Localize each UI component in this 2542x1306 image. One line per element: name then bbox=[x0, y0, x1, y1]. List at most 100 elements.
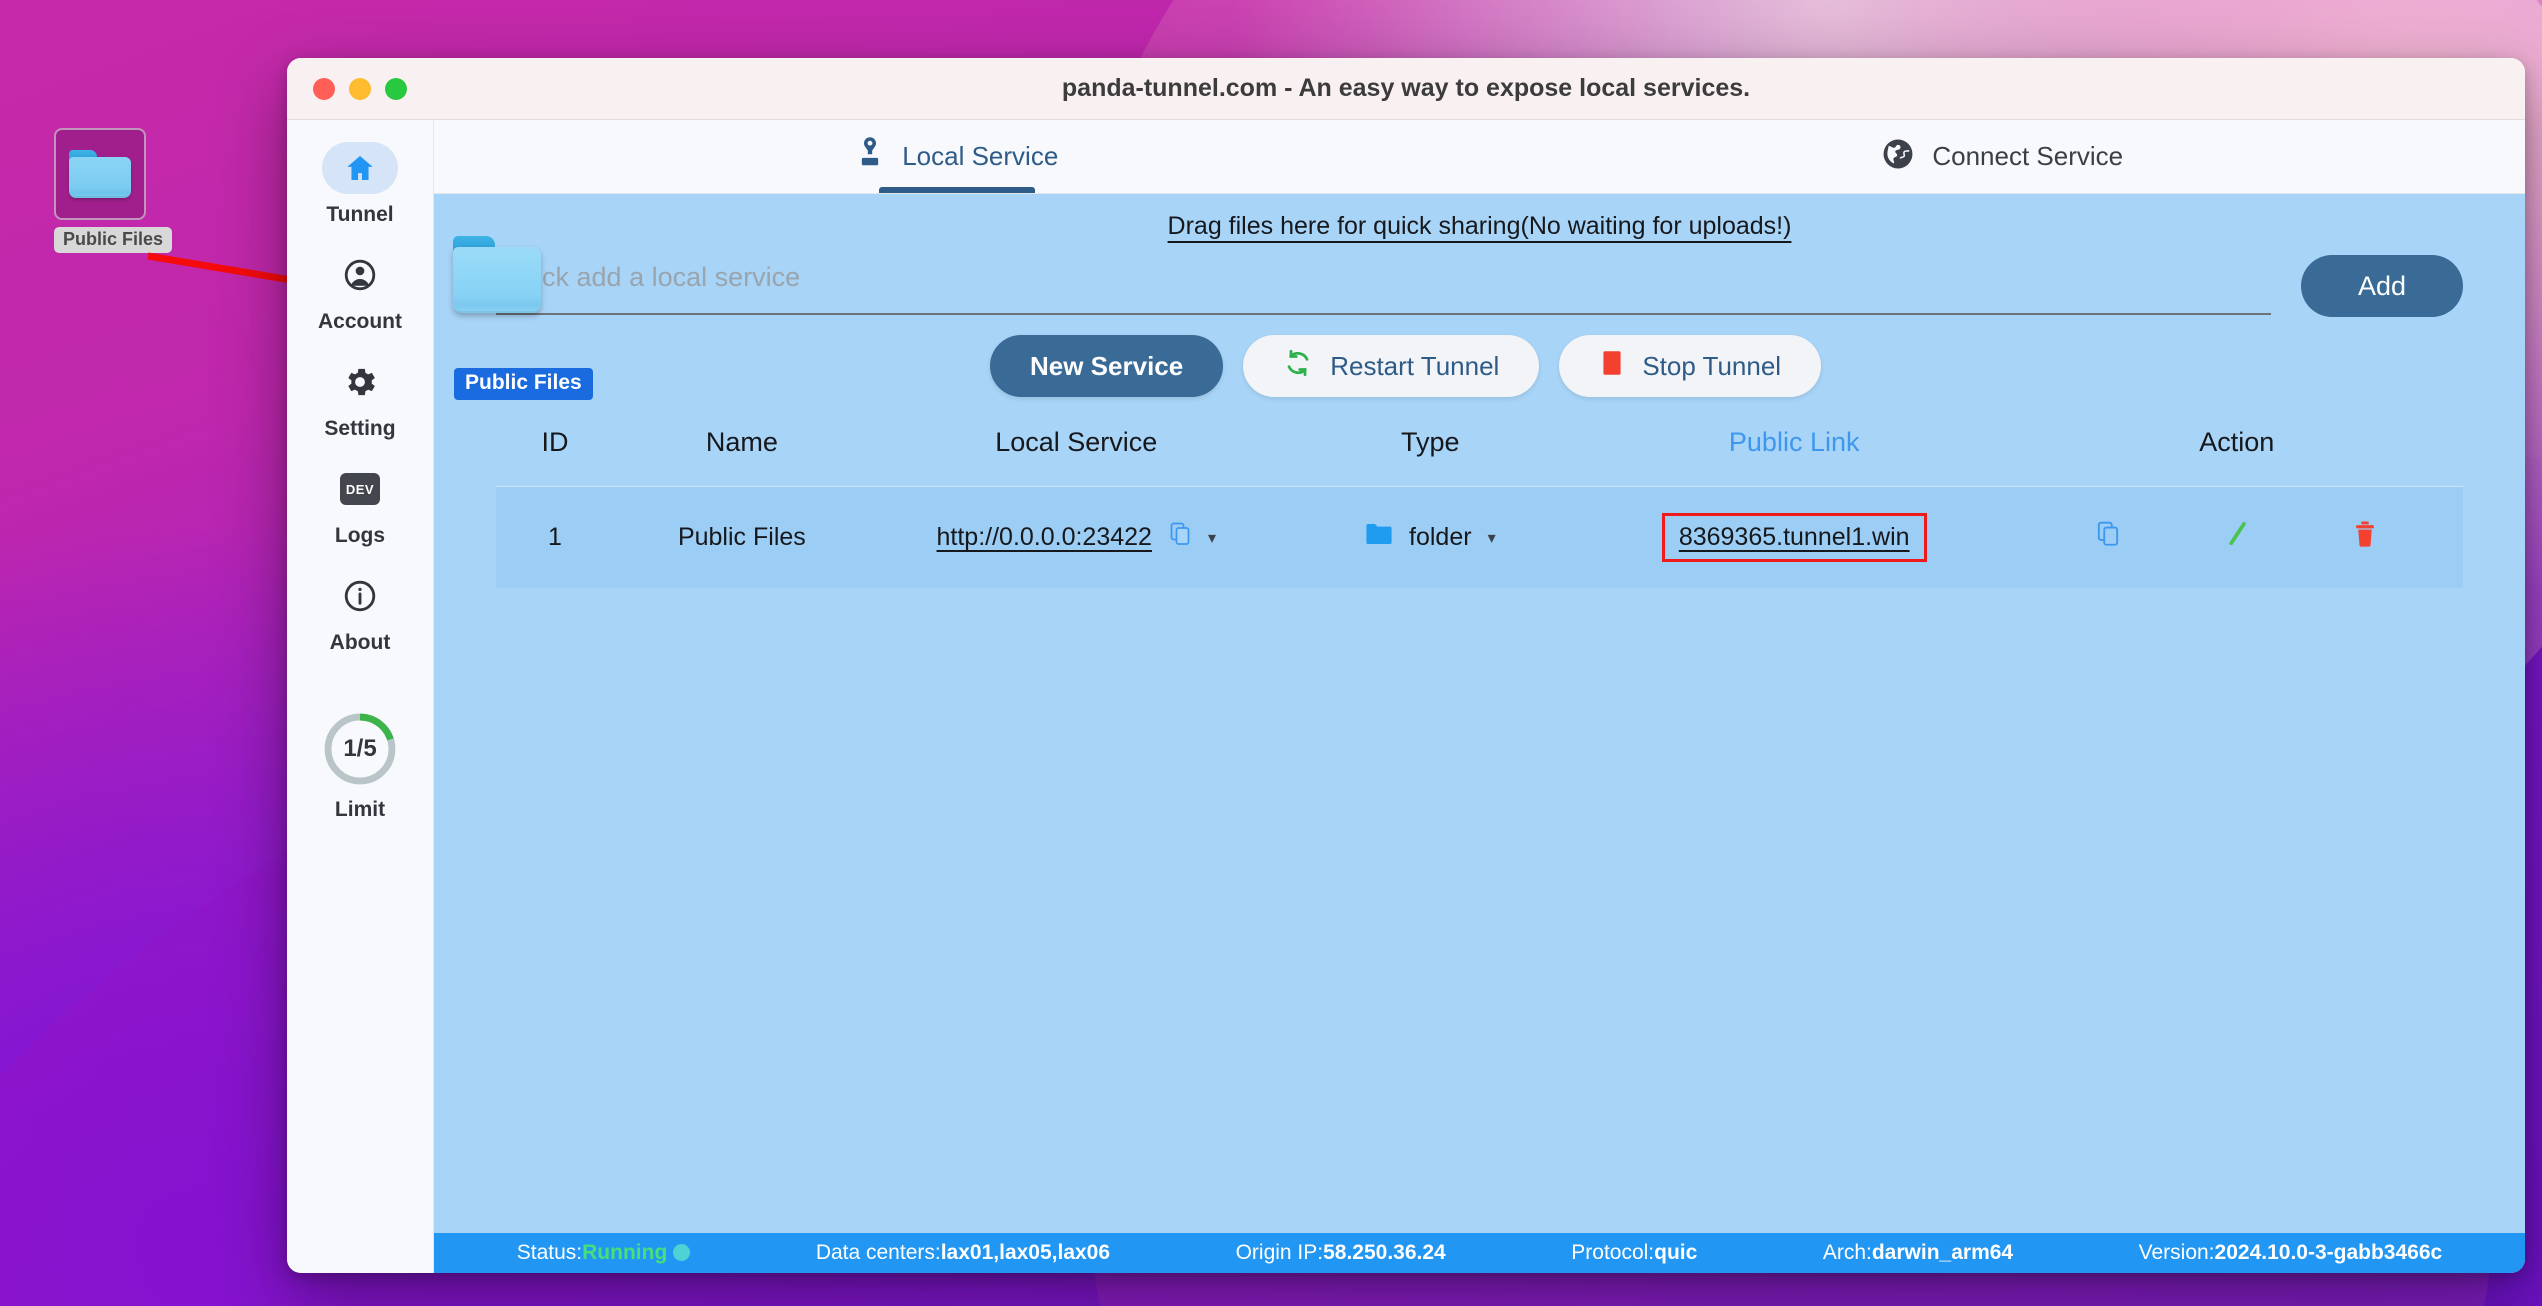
status-item-data-centers: Data centers:lax01,lax05,lax06 bbox=[816, 1241, 1110, 1265]
stop-icon bbox=[1599, 348, 1625, 385]
col-name: Name bbox=[705, 427, 778, 457]
sidebar-item-setting[interactable]: Setting bbox=[287, 356, 433, 441]
col-public-link[interactable]: Public Link bbox=[1578, 427, 2011, 487]
stop-tunnel-label: Stop Tunnel bbox=[1642, 350, 1782, 381]
quick-add-field[interactable] bbox=[496, 258, 2271, 315]
sidebar: Tunnel Account Setting DEV Logs About 1/… bbox=[287, 120, 434, 1273]
cell-action bbox=[2010, 486, 2463, 588]
tab-connect-service[interactable]: Connect Service bbox=[1480, 120, 2526, 193]
tab-local-service[interactable]: Local Service bbox=[434, 120, 1480, 193]
protocol-value: quic bbox=[1654, 1241, 1698, 1264]
public-link[interactable]: 8369365.tunnel1.win bbox=[1679, 523, 1910, 551]
window-title: panda-tunnel.com - An easy way to expose… bbox=[1061, 74, 1751, 102]
sidebar-item-about[interactable]: About bbox=[287, 570, 433, 655]
table-header-row: ID Name Local Service Type Public Link A… bbox=[496, 427, 2463, 487]
restart-tunnel-button[interactable]: Restart Tunnel bbox=[1243, 335, 1540, 397]
status-running-dot-icon bbox=[673, 1244, 691, 1261]
status-item-arch: Arch:darwin_arm64 bbox=[1823, 1241, 2013, 1265]
main-panel: Local Service Connect Service Drag files… bbox=[434, 120, 2525, 1273]
tab-label: Local Service bbox=[902, 141, 1059, 171]
quick-add-input[interactable] bbox=[500, 261, 2267, 293]
limit-widget: 1/5 Limit bbox=[322, 711, 398, 822]
pin-stamp-icon bbox=[855, 136, 885, 177]
origin-ip-value: 58.250.36.24 bbox=[1323, 1241, 1446, 1264]
cell-name: Public Files bbox=[614, 486, 870, 588]
new-service-button[interactable]: New Service bbox=[990, 335, 1224, 397]
data-centers-key: Data centers: bbox=[815, 1241, 941, 1264]
account-icon bbox=[322, 249, 398, 301]
cell-local-service: http://0.0.0.0:23422 ▾ bbox=[869, 486, 1283, 588]
minimize-button[interactable] bbox=[349, 77, 371, 100]
copy-local-service-icon[interactable] bbox=[1168, 521, 1192, 554]
version-value: 2024.10.0-3-gabb3466c bbox=[2214, 1241, 2443, 1264]
sidebar-item-label: Tunnel bbox=[326, 203, 394, 226]
zoom-button[interactable] bbox=[385, 77, 407, 100]
cell-public-link: 8369365.tunnel1.win bbox=[1577, 486, 2011, 588]
limit-ring: 1/5 bbox=[322, 711, 398, 787]
data-centers-value: lax01,lax05,lax06 bbox=[940, 1241, 1111, 1264]
col-id: ID bbox=[541, 427, 569, 457]
cell-id: 1 bbox=[496, 486, 615, 588]
desktop: Public Files panda-tunnel.com - An easy … bbox=[0, 0, 2542, 1306]
content-dropzone[interactable]: Drag files here for quick sharing(No wai… bbox=[434, 194, 2525, 1233]
edit-pencil-icon[interactable] bbox=[2223, 519, 2251, 556]
gear-icon bbox=[322, 356, 398, 408]
arch-value: darwin_arm64 bbox=[1871, 1241, 2014, 1264]
sidebar-item-label: Logs bbox=[334, 524, 386, 547]
origin-ip-key: Origin IP: bbox=[1235, 1241, 1324, 1264]
window-titlebar: panda-tunnel.com - An easy way to expose… bbox=[287, 58, 2525, 120]
action-buttons: New Service Restart Tunnel Stop Tunnel bbox=[434, 317, 2525, 397]
desktop-icon-label: Public Files bbox=[54, 227, 173, 253]
tab-bar: Local Service Connect Service bbox=[434, 120, 2525, 194]
refresh-icon bbox=[1283, 348, 1313, 385]
add-button[interactable]: Add bbox=[2301, 255, 2463, 317]
status-key: Status: bbox=[516, 1241, 583, 1264]
traffic-lights[interactable] bbox=[287, 77, 407, 100]
sidebar-item-label: About bbox=[329, 631, 391, 654]
close-button[interactable] bbox=[313, 77, 335, 100]
home-icon bbox=[322, 142, 398, 194]
restart-tunnel-label: Restart Tunnel bbox=[1330, 350, 1500, 381]
info-icon bbox=[322, 570, 398, 622]
delete-trash-icon[interactable] bbox=[2352, 519, 2378, 556]
copy-public-link-icon[interactable] bbox=[2095, 520, 2121, 555]
sidebar-item-label: Account bbox=[318, 310, 402, 333]
tab-label: Connect Service bbox=[1932, 141, 2124, 171]
drag-ghost-label: Public Files bbox=[454, 368, 593, 400]
dev-chip-icon: DEV bbox=[322, 463, 398, 515]
status-item-version: Version:2024.10.0-3-gabb3466c bbox=[2139, 1241, 2443, 1265]
drag-hint-text: Drag files here for quick sharing(No wai… bbox=[1167, 212, 1792, 240]
desktop-folder-icon-public-files[interactable]: Public Files bbox=[54, 128, 173, 253]
sidebar-item-label: Setting bbox=[324, 417, 396, 440]
folder-type-icon bbox=[1365, 522, 1393, 553]
local-service-dropdown-caret[interactable]: ▾ bbox=[1208, 528, 1216, 548]
stop-tunnel-button[interactable]: Stop Tunnel bbox=[1559, 335, 1822, 397]
col-local-service: Local Service bbox=[995, 427, 1158, 457]
protocol-key: Protocol: bbox=[1571, 1241, 1655, 1264]
status-item-protocol: Protocol:quic bbox=[1571, 1241, 1697, 1265]
dev-chip-label: DEV bbox=[340, 473, 380, 505]
services-table-wrap: ID Name Local Service Type Public Link A… bbox=[434, 427, 2525, 588]
sidebar-item-logs[interactable]: DEV Logs bbox=[287, 463, 433, 548]
folder-icon bbox=[54, 128, 146, 220]
type-dropdown-caret[interactable]: ▾ bbox=[1488, 528, 1496, 548]
local-service-link[interactable]: http://0.0.0.0:23422 bbox=[937, 523, 1152, 552]
sidebar-item-account[interactable]: Account bbox=[287, 249, 433, 334]
version-key: Version: bbox=[2138, 1241, 2215, 1264]
col-action: Action bbox=[2199, 427, 2275, 457]
arch-key: Arch: bbox=[1822, 1241, 1872, 1264]
table-row[interactable]: 1 Public Files http://0.0.0.0:23422 ▾ fo… bbox=[496, 486, 2463, 588]
new-service-label: New Service bbox=[1030, 350, 1184, 381]
globe-icon bbox=[1881, 137, 1915, 176]
status-item-origin-ip: Origin IP:58.250.36.24 bbox=[1236, 1241, 1446, 1265]
sidebar-item-tunnel[interactable]: Tunnel bbox=[287, 142, 433, 227]
status-value: Running bbox=[582, 1241, 668, 1264]
limit-value: 1/5 bbox=[343, 735, 377, 762]
type-value: folder bbox=[1409, 523, 1472, 551]
col-type: Type bbox=[1401, 427, 1460, 457]
limit-label: Limit bbox=[334, 798, 386, 821]
public-link-highlight: 8369365.tunnel1.win bbox=[1661, 513, 1927, 562]
services-table: ID Name Local Service Type Public Link A… bbox=[496, 427, 2463, 588]
window-body: Tunnel Account Setting DEV Logs About 1/… bbox=[287, 120, 2525, 1273]
status-bar: Status:Running Data centers:lax01,lax05,… bbox=[434, 1233, 2525, 1273]
